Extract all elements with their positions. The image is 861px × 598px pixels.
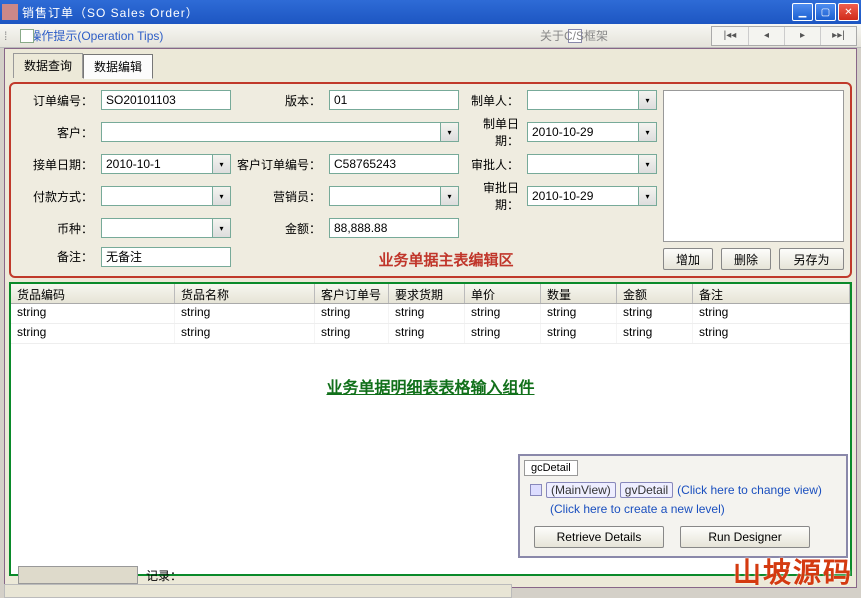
col-due[interactable]: 要求货期 — [389, 284, 465, 303]
cust-so-label: 客户订单编号： — [235, 156, 325, 173]
customer-label: 客户： — [17, 124, 97, 141]
grip-icon: ⁞ — [4, 29, 7, 43]
record-label: 记录： — [146, 567, 182, 584]
creator-label: 制单人： — [463, 92, 523, 109]
close-button[interactable]: ✕ — [838, 3, 859, 21]
currency-dropdown[interactable]: ▾ — [213, 218, 231, 238]
record-footer: 记录： — [18, 566, 182, 584]
version-input[interactable] — [329, 90, 459, 110]
minimize-button[interactable]: ▁ — [792, 3, 813, 21]
currency-input[interactable] — [101, 218, 213, 238]
grid-row[interactable]: string string string string string strin… — [11, 324, 850, 344]
saveas-button[interactable]: 另存为 — [779, 248, 844, 270]
order-no-label: 订单编号： — [17, 92, 97, 109]
window-title: 销售订单（SO Sales Order） — [22, 4, 792, 21]
pay-label: 付款方式： — [17, 188, 97, 205]
create-date-label: 制单日期： — [463, 115, 523, 149]
approver-input[interactable] — [527, 154, 639, 174]
col-price[interactable]: 单价 — [465, 284, 541, 303]
about-link[interactable]: 关于C/S框架 — [540, 27, 608, 44]
mainview-pill[interactable]: (MainView) — [546, 482, 616, 498]
currency-label: 币种： — [17, 220, 97, 237]
nav-first-button[interactable]: |◂◂ — [712, 27, 748, 45]
col-cust[interactable]: 客户订单号 — [315, 284, 389, 303]
creator-dropdown[interactable]: ▾ — [639, 90, 657, 110]
tab-edit[interactable]: 数据编辑 — [83, 54, 153, 79]
header-edit-area: 订单编号： 版本： 制单人： ▾ 客户： ▾ 制单日期： ▾ 接单日期： ▾ 客… — [9, 82, 852, 278]
delete-button[interactable]: 删除 — [721, 248, 771, 270]
approver-dropdown[interactable]: ▾ — [639, 154, 657, 174]
nav-next-button[interactable]: ▸ — [784, 27, 820, 45]
col-name[interactable]: 货品名称 — [175, 284, 315, 303]
version-label: 版本： — [235, 92, 325, 109]
col-code[interactable]: 货品编码 — [11, 284, 175, 303]
horizontal-scrollbar[interactable] — [4, 584, 512, 598]
toolbar: ⁞ 操作提示(Operation Tips) 关于C/S框架 |◂◂ ◂ ▸ ▸… — [0, 24, 861, 48]
nav-prev-button[interactable]: ◂ — [748, 27, 784, 45]
side-panel: 增加 删除 另存为 — [663, 90, 844, 270]
sales-label: 营销员： — [235, 188, 325, 205]
footer-box — [18, 566, 138, 584]
change-view-link[interactable]: (Click here to change view) — [677, 483, 822, 497]
creator-input[interactable] — [527, 90, 639, 110]
grid-header: 货品编码 货品名称 客户订单号 要求货期 单价 数量 金额 备注 — [11, 284, 850, 304]
grid-row[interactable]: string string string string string strin… — [11, 304, 850, 324]
customer-dropdown[interactable]: ▾ — [441, 122, 459, 142]
recv-date-label: 接单日期： — [17, 156, 97, 173]
col-qty[interactable]: 数量 — [541, 284, 617, 303]
recv-date-input[interactable] — [101, 154, 213, 174]
run-designer-button[interactable]: Run Designer — [680, 526, 810, 548]
order-no-input[interactable] — [101, 90, 231, 110]
remark-label: 备注： — [17, 248, 97, 265]
designer-panel: gcDetail (MainView) gvDetail (Click here… — [518, 454, 848, 558]
col-note[interactable]: 备注 — [693, 284, 850, 303]
recv-date-dropdown[interactable]: ▾ — [213, 154, 231, 174]
approver-label: 审批人： — [463, 156, 523, 173]
gvdetail-pill[interactable]: gvDetail — [620, 482, 673, 498]
maximize-button[interactable]: ▢ — [815, 3, 836, 21]
col-amt[interactable]: 金额 — [617, 284, 693, 303]
cust-so-input[interactable] — [329, 154, 459, 174]
retrieve-details-button[interactable]: Retrieve Details — [534, 526, 664, 548]
title-bar: 销售订单（SO Sales Order） ▁ ▢ ✕ — [0, 0, 861, 24]
main-tabs: 数据查询 数据编辑 — [13, 53, 856, 78]
remark-input[interactable] — [101, 247, 231, 267]
approve-date-dropdown[interactable]: ▾ — [639, 186, 657, 206]
preview-box — [663, 90, 844, 242]
pay-input[interactable] — [101, 186, 213, 206]
pay-dropdown[interactable]: ▾ — [213, 186, 231, 206]
view-icon — [530, 484, 542, 496]
create-date-input[interactable] — [527, 122, 639, 142]
tips-icon — [20, 29, 34, 43]
detail-area-title: 业务单据明细表表格输入组件 — [11, 374, 850, 398]
operation-tips-link[interactable]: 操作提示(Operation Tips) — [29, 27, 163, 44]
nav-last-button[interactable]: ▸▸| — [820, 27, 856, 45]
sales-input[interactable] — [329, 186, 441, 206]
customer-input[interactable] — [101, 122, 441, 142]
gcdetail-tab[interactable]: gcDetail — [524, 460, 578, 476]
amount-input[interactable] — [329, 218, 459, 238]
tab-query[interactable]: 数据查询 — [13, 53, 83, 78]
sales-dropdown[interactable]: ▾ — [441, 186, 459, 206]
approve-date-input[interactable] — [527, 186, 639, 206]
approve-date-label: 审批日期： — [463, 179, 523, 213]
create-date-dropdown[interactable]: ▾ — [639, 122, 657, 142]
amount-label: 金额： — [235, 220, 325, 237]
add-button[interactable]: 增加 — [663, 248, 713, 270]
header-area-title: 业务单据主表编辑区 — [235, 249, 657, 270]
record-navigator: |◂◂ ◂ ▸ ▸▸| — [711, 26, 857, 46]
new-level-link[interactable]: (Click here to create a new level) — [550, 502, 725, 516]
app-icon — [2, 4, 18, 20]
